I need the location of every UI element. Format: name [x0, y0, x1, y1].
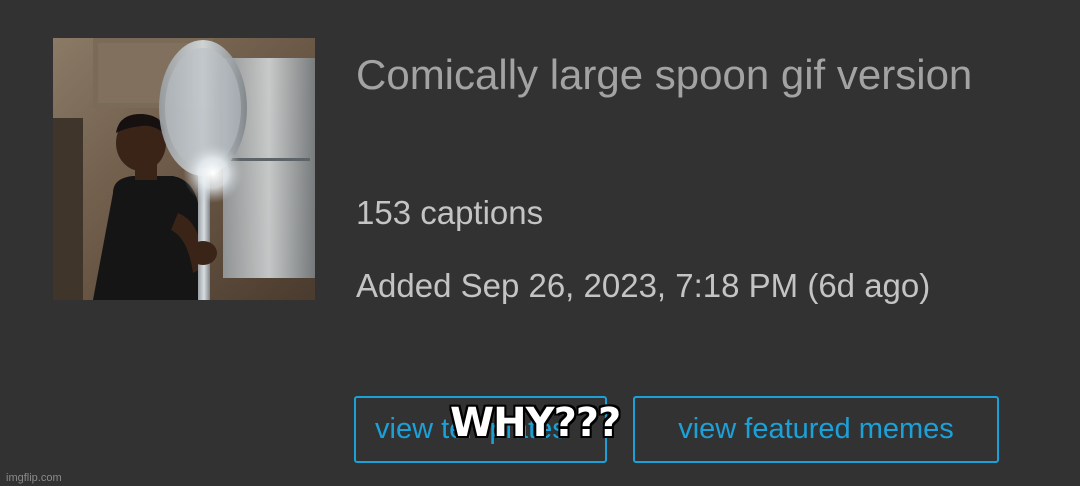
view-featured-memes-button[interactable]: view featured memes	[633, 396, 999, 463]
caption-count: 153 captions	[356, 194, 544, 231]
man-with-giant-spoon-image	[53, 38, 315, 300]
imgflip-watermark: imgflip.com	[6, 472, 62, 484]
meme-caption-overlay: WHY???	[450, 400, 621, 446]
template-thumbnail[interactable]	[53, 38, 315, 300]
added-timestamp: Added Sep 26, 2023, 7:18 PM (6d ago)	[356, 267, 931, 304]
meme-template-card: Comically large spoon gif version 153 ca…	[0, 0, 1080, 486]
template-title: Comically large spoon gif version	[356, 51, 973, 98]
